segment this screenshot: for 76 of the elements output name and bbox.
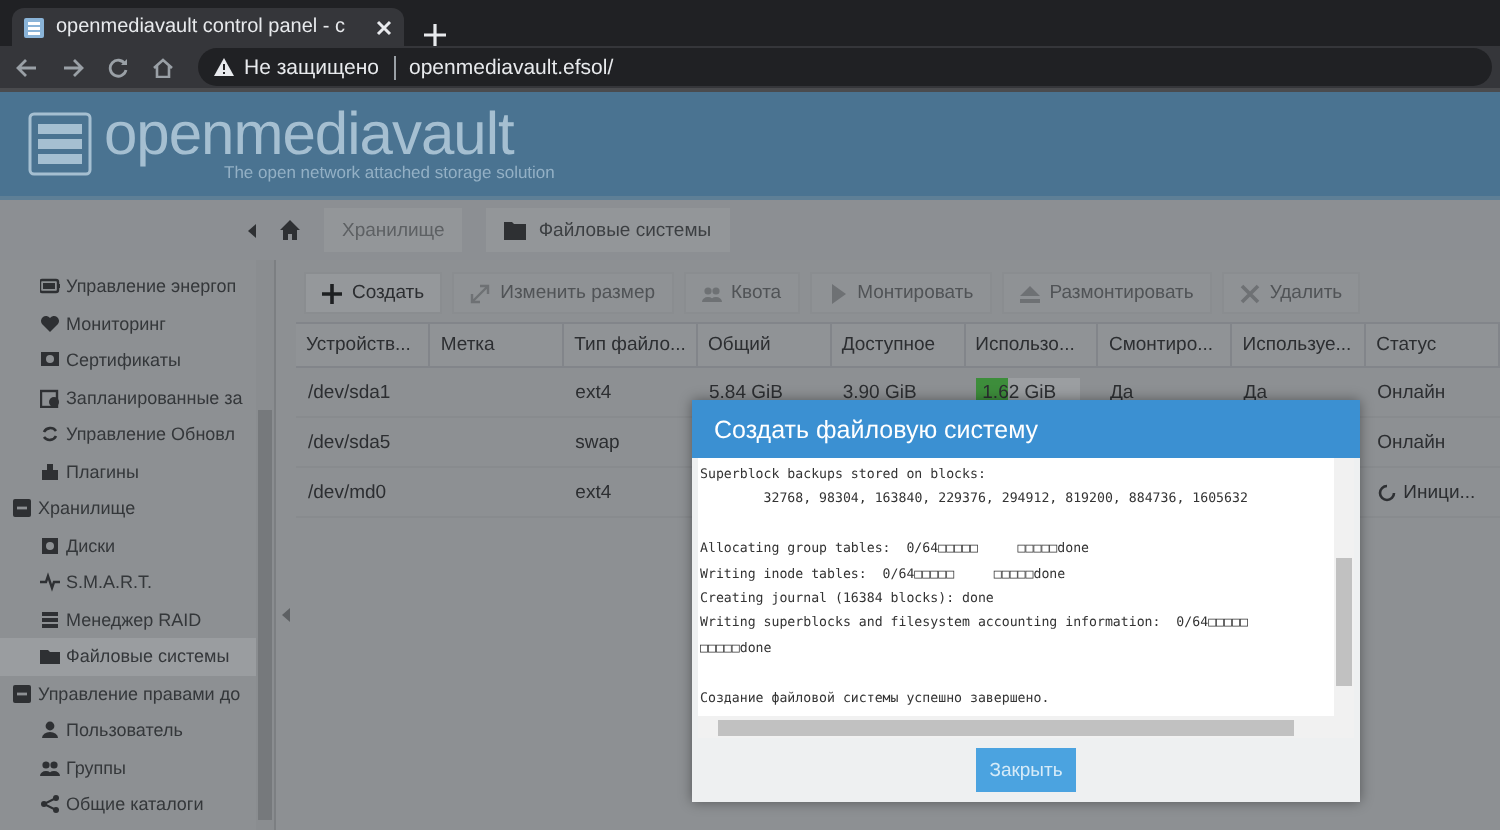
sidebar-item[interactable]: Диски <box>0 527 256 564</box>
sidebar-item[interactable]: S.M.A.R.T. <box>0 564 256 601</box>
home-icon[interactable] <box>280 220 300 240</box>
new-tab-icon[interactable] <box>424 24 446 46</box>
play-icon <box>827 283 848 303</box>
sidebar-item[interactable]: Сертификаты <box>0 342 256 379</box>
warning-icon <box>214 58 234 76</box>
collapse-arrow-icon[interactable] <box>248 223 256 237</box>
close-icon <box>1239 283 1260 303</box>
certificate-icon <box>40 350 60 371</box>
table-cell: /dev/sda5 <box>296 417 430 467</box>
close-icon[interactable] <box>376 19 392 35</box>
address-bar[interactable]: Не защищено openmediavault.efsol/ <box>198 48 1492 86</box>
pulse-icon <box>40 572 60 593</box>
battery-icon <box>40 276 60 297</box>
status-text: Иници... <box>1403 481 1476 503</box>
breadcrumb-item[interactable]: Файловые системы <box>486 208 730 252</box>
sidebar-item[interactable]: Группы <box>0 749 256 786</box>
table-cell: /dev/md0 <box>296 467 430 517</box>
folder-icon <box>504 220 527 240</box>
sidebar-item[interactable]: Мониторинг <box>0 305 256 342</box>
logo-icon <box>28 112 92 176</box>
sidebar-group[interactable]: Управление правами до <box>0 675 256 712</box>
spinner-icon <box>1377 483 1396 501</box>
reload-icon[interactable] <box>108 57 128 77</box>
sidebar-item[interactable]: Запланированные за <box>0 379 256 416</box>
column-header[interactable]: Общий <box>696 323 831 367</box>
column-header[interactable]: Использо... <box>964 323 1098 367</box>
sidebar-item[interactable]: Общие каталоги <box>0 786 256 823</box>
toolbar-button[interactable]: Создать <box>304 272 443 314</box>
sidebar-item[interactable]: Менеджер RAID <box>0 601 256 638</box>
column-header[interactable]: Тип файло... <box>563 323 697 367</box>
column-header[interactable]: Доступное <box>830 323 965 367</box>
scrollbar[interactable] <box>1334 458 1354 716</box>
browser-tab[interactable]: openmediavault control panel - c <box>12 8 404 46</box>
security-warning: Не защищено <box>244 55 379 79</box>
heart-icon <box>40 313 60 334</box>
column-header[interactable]: Используе... <box>1231 323 1366 367</box>
resize-icon <box>470 283 491 303</box>
disk-icon <box>40 535 60 556</box>
column-header[interactable]: Статус <box>1365 323 1499 367</box>
stack-icon <box>40 609 60 630</box>
column-header[interactable]: Смонтиро... <box>1097 323 1232 367</box>
collapse-icon[interactable] <box>12 498 32 519</box>
dialog-title: Создать файловую систему <box>692 400 1360 458</box>
sidebar-group[interactable]: Хранилище <box>0 490 256 527</box>
status-text: Онлайн <box>1377 431 1446 453</box>
home-icon[interactable] <box>152 57 174 77</box>
table-cell: /dev/sda1 <box>296 367 430 417</box>
refresh-icon <box>40 424 60 445</box>
logo-text: openmediavault <box>104 106 515 166</box>
user-icon <box>40 720 60 741</box>
status-text: Онлайн <box>1377 381 1446 403</box>
users-icon <box>701 283 722 303</box>
forward-icon[interactable] <box>62 57 84 77</box>
sidebar-item[interactable]: Файловые системы <box>0 638 256 675</box>
back-icon[interactable] <box>16 57 38 77</box>
plus-icon <box>322 283 342 303</box>
sidebar-item[interactable]: Плагины <box>0 453 256 490</box>
share-icon <box>40 794 60 815</box>
page-icon <box>24 17 44 37</box>
sidebar-item[interactable]: Управление Обновл <box>0 416 256 453</box>
column-header[interactable]: Метка <box>429 323 564 367</box>
puzzle-icon <box>40 461 60 482</box>
tagline: The open network attached storage solution <box>224 162 555 182</box>
column-header[interactable]: Устройств... <box>296 323 430 367</box>
calendar-icon <box>40 387 60 408</box>
url-text: openmediavault.efsol/ <box>409 55 614 79</box>
scrollbar[interactable] <box>698 716 1354 738</box>
folder-icon <box>40 646 60 667</box>
close-button[interactable]: Закрыть <box>976 748 1076 792</box>
collapse-icon[interactable] <box>12 683 32 704</box>
users-icon <box>40 757 60 778</box>
sidebar-item[interactable]: Управление энергоп <box>0 268 256 305</box>
sidebar-item[interactable]: Пользователь <box>0 712 256 749</box>
eject-icon <box>1019 283 1040 303</box>
